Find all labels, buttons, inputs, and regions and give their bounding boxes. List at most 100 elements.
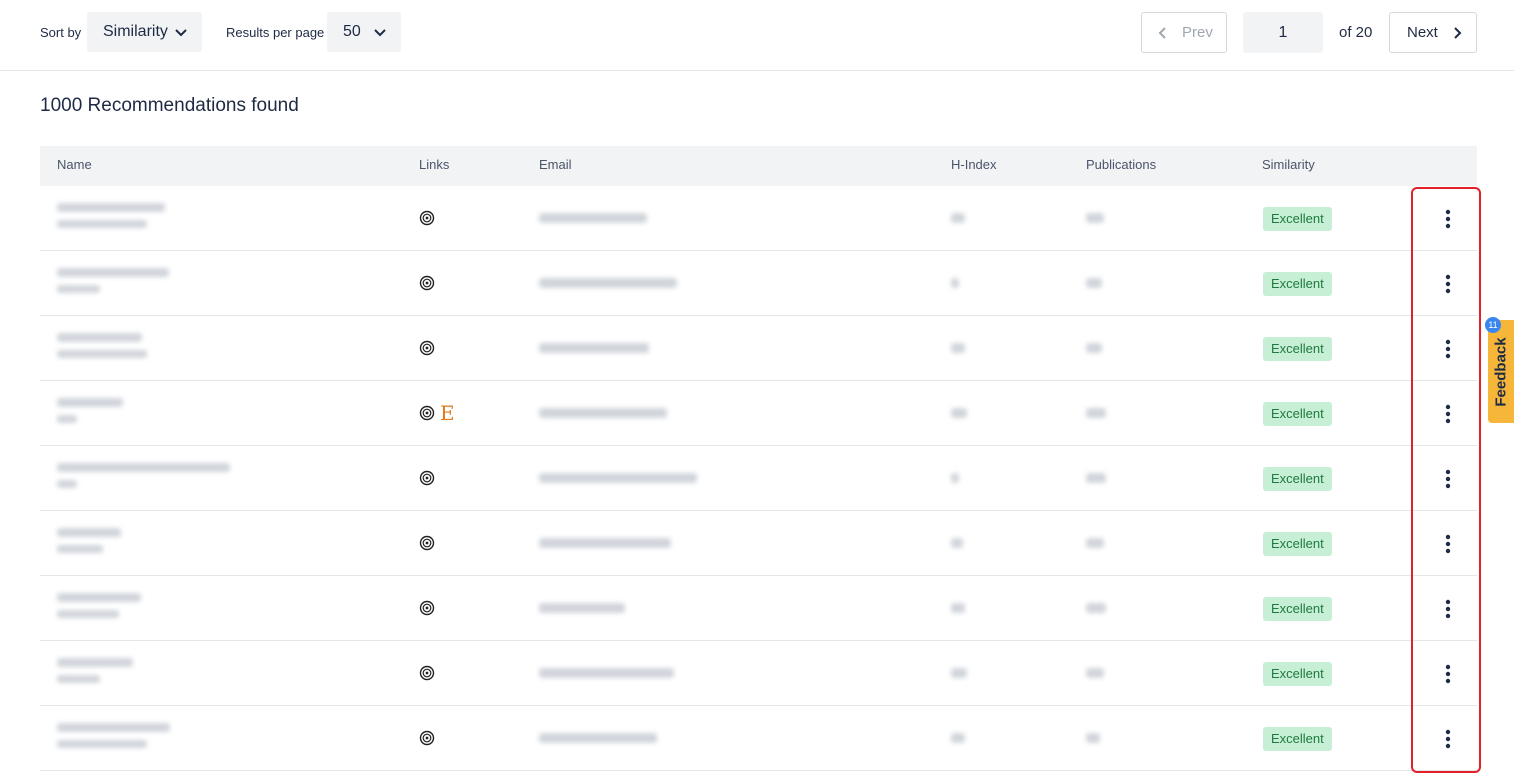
reviewer-name-redacted[interactable] xyxy=(57,658,133,667)
table-row[interactable]: Excellent xyxy=(40,446,1477,511)
h-index-redacted xyxy=(951,733,965,743)
chevron-down-icon xyxy=(374,29,386,37)
publications-redacted xyxy=(1086,668,1104,678)
reviewer-country-redacted xyxy=(57,480,77,488)
chevron-right-icon xyxy=(1454,27,1462,39)
column-header-links: Links xyxy=(419,157,450,172)
reviewer-name-redacted[interactable] xyxy=(57,333,142,342)
orcid-icon[interactable] xyxy=(419,470,435,486)
feedback-label: Feedback xyxy=(1492,336,1510,407)
similarity-badge: Excellent xyxy=(1263,532,1332,556)
orcid-icon[interactable] xyxy=(419,405,435,421)
email-redacted[interactable] xyxy=(539,603,625,613)
orcid-icon[interactable] xyxy=(419,730,435,746)
reviewer-name-redacted[interactable] xyxy=(57,268,169,277)
email-redacted[interactable] xyxy=(539,668,674,678)
prev-page-button[interactable]: Prev xyxy=(1141,12,1227,53)
similarity-badge: Excellent xyxy=(1263,727,1332,751)
reviewer-country-redacted xyxy=(57,740,147,748)
similarity-badge: Excellent xyxy=(1263,402,1332,426)
results-toolbar: Sort by Similarity Results per page 50 P… xyxy=(0,0,1514,71)
prev-label: Prev xyxy=(1182,24,1213,41)
table-row[interactable]: Excellent xyxy=(40,251,1477,316)
column-header-h-index[interactable]: H-Index xyxy=(951,157,997,172)
reviewer-name-redacted[interactable] xyxy=(57,723,170,732)
email-redacted[interactable] xyxy=(539,408,667,418)
reviewer-name-redacted[interactable] xyxy=(57,203,165,212)
orcid-icon[interactable] xyxy=(419,600,435,616)
reviewer-name-redacted[interactable] xyxy=(57,398,123,407)
orcid-icon[interactable] xyxy=(419,665,435,681)
publications-redacted xyxy=(1086,473,1106,483)
column-header-similarity[interactable]: Similarity xyxy=(1262,157,1315,172)
publications-redacted xyxy=(1086,213,1104,223)
email-redacted[interactable] xyxy=(539,278,677,288)
results-per-page-value: 50 xyxy=(343,23,361,40)
reviewer-name-redacted[interactable] xyxy=(57,593,141,602)
h-index-redacted xyxy=(951,408,967,418)
h-index-redacted xyxy=(951,473,959,483)
reviewer-name-redacted[interactable] xyxy=(57,463,230,472)
reviewer-country-redacted xyxy=(57,545,103,553)
orcid-icon[interactable] xyxy=(419,535,435,551)
publications-redacted xyxy=(1086,603,1106,613)
email-redacted[interactable] xyxy=(539,733,657,743)
reviewer-name-redacted[interactable] xyxy=(57,528,121,537)
h-index-redacted xyxy=(951,343,965,353)
next-page-button[interactable]: Next xyxy=(1389,12,1477,53)
h-index-redacted xyxy=(951,213,965,223)
page-number-input[interactable]: 1 xyxy=(1243,12,1323,53)
h-index-redacted xyxy=(951,603,965,613)
sort-by-select[interactable]: Similarity xyxy=(87,12,202,52)
table-row[interactable]: Excellent xyxy=(40,641,1477,706)
reviewer-country-redacted xyxy=(57,610,119,618)
publications-redacted xyxy=(1086,343,1102,353)
email-redacted[interactable] xyxy=(539,473,697,483)
h-index-redacted xyxy=(951,538,963,548)
results-count-heading: 1000 Recommendations found xyxy=(40,95,299,116)
table-row[interactable]: Excellent xyxy=(40,576,1477,641)
feedback-tab[interactable]: Feedback xyxy=(1488,320,1514,423)
orcid-icon[interactable] xyxy=(419,275,435,291)
table-row[interactable]: E Excellent xyxy=(40,381,1477,446)
chevron-left-icon xyxy=(1158,27,1166,39)
publications-redacted xyxy=(1086,538,1104,548)
similarity-badge: Excellent xyxy=(1263,272,1332,296)
table-row[interactable]: Excellent xyxy=(40,706,1477,771)
publications-redacted xyxy=(1086,278,1102,288)
reviewer-country-redacted xyxy=(57,675,100,683)
table-row[interactable]: Excellent xyxy=(40,316,1477,381)
reviewer-country-redacted xyxy=(57,285,100,293)
orcid-icon[interactable] xyxy=(419,340,435,356)
actions-column-highlight xyxy=(1411,187,1481,773)
similarity-badge: Excellent xyxy=(1263,337,1332,361)
email-redacted[interactable] xyxy=(539,213,647,223)
similarity-badge: Excellent xyxy=(1263,467,1332,491)
page-count-label: of 20 xyxy=(1339,24,1373,41)
table-row[interactable]: Excellent xyxy=(40,511,1477,576)
column-header-email[interactable]: Email xyxy=(539,157,572,172)
similarity-badge: Excellent xyxy=(1263,662,1332,686)
email-redacted[interactable] xyxy=(539,538,671,548)
column-header-publications[interactable]: Publications xyxy=(1086,157,1156,172)
column-header-name[interactable]: Name xyxy=(57,157,92,172)
orcid-icon[interactable] xyxy=(419,210,435,226)
similarity-badge: Excellent xyxy=(1263,597,1332,621)
sort-by-value: Similarity xyxy=(103,23,168,40)
h-index-redacted xyxy=(951,668,967,678)
similarity-badge: Excellent xyxy=(1263,207,1332,231)
h-index-redacted xyxy=(951,278,959,288)
feedback-count-badge: 11 xyxy=(1485,317,1501,333)
publications-redacted xyxy=(1086,408,1106,418)
email-redacted[interactable] xyxy=(539,343,649,353)
results-per-page-select[interactable]: 50 xyxy=(327,12,401,52)
reviewer-country-redacted xyxy=(57,415,77,423)
reviewer-country-redacted xyxy=(57,220,147,228)
table-header: Name Links Email H-Index Publications Si… xyxy=(40,146,1477,186)
elsevier-icon[interactable]: E xyxy=(440,401,455,425)
table-row[interactable]: Excellent xyxy=(40,186,1477,251)
sort-by-label: Sort by xyxy=(40,25,82,40)
chevron-down-icon xyxy=(175,29,187,37)
next-label: Next xyxy=(1407,24,1438,41)
publications-redacted xyxy=(1086,733,1100,743)
